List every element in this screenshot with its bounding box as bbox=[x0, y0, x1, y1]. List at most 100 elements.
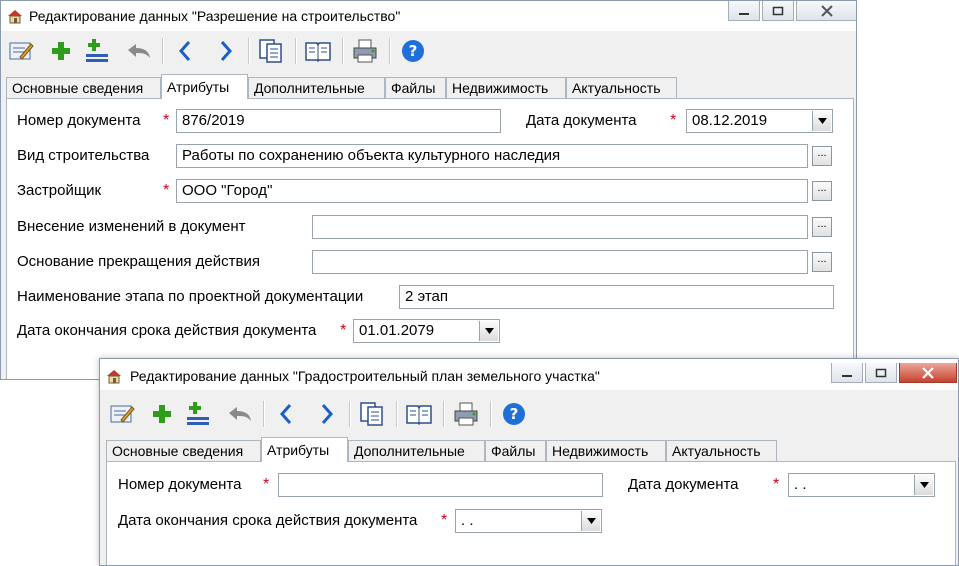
title-bar: Редактирование данных "Градостроительный… bbox=[100, 359, 958, 390]
copy-icon bbox=[259, 39, 282, 63]
previous-button[interactable] bbox=[271, 399, 301, 429]
amendments-input[interactable] bbox=[312, 215, 808, 239]
tab-real-estate[interactable]: Недвижимость bbox=[446, 77, 566, 98]
maximize-button[interactable] bbox=[865, 363, 897, 383]
book-button[interactable] bbox=[404, 399, 434, 429]
date-dropdown-button[interactable] bbox=[479, 321, 498, 341]
edit-icon bbox=[110, 405, 135, 423]
maximize-button[interactable] bbox=[762, 1, 794, 21]
next-button[interactable] bbox=[312, 399, 342, 429]
doc-date-combo[interactable]: 08.12.2019 bbox=[686, 109, 833, 133]
urban-plan-window: Редактирование данных "Градостроительный… bbox=[99, 358, 959, 566]
previous-icon bbox=[279, 404, 292, 424]
doc-date-label: Дата документа bbox=[526, 112, 637, 129]
edit-button[interactable] bbox=[107, 399, 137, 429]
developer-browse-button[interactable]: ... bbox=[812, 181, 832, 201]
tab-relevance[interactable]: Актуальность bbox=[566, 77, 677, 98]
date-dropdown-button[interactable] bbox=[581, 511, 600, 531]
add-icon bbox=[52, 42, 70, 60]
expiry-date-value: 01.01.2079 bbox=[359, 322, 435, 339]
construction-type-input[interactable]: Работы по сохранению объекта культурного… bbox=[176, 144, 808, 168]
doc-date-value: 08.12.2019 bbox=[692, 112, 768, 129]
undo-button[interactable] bbox=[225, 399, 255, 429]
chevron-down-icon bbox=[817, 118, 827, 124]
required-mark: * bbox=[163, 112, 170, 129]
print-icon bbox=[353, 39, 377, 63]
add-row-button[interactable] bbox=[183, 399, 213, 429]
copy-button[interactable] bbox=[357, 399, 387, 429]
add-row-button[interactable] bbox=[82, 36, 112, 66]
close-button[interactable] bbox=[899, 363, 957, 383]
required-mark: * bbox=[773, 476, 780, 493]
doc-date-value: . . bbox=[794, 476, 807, 493]
stage-name-label: Наименование этапа по проектной документ… bbox=[17, 288, 364, 305]
tab-additional[interactable]: Дополнительные bbox=[348, 440, 485, 461]
tab-main-info[interactable]: Основные сведения bbox=[6, 77, 161, 98]
print-icon bbox=[454, 402, 478, 426]
required-mark: * bbox=[163, 182, 170, 199]
stage-name-input[interactable]: 2 этап bbox=[399, 285, 834, 309]
date-dropdown-button[interactable] bbox=[914, 475, 933, 495]
construction-type-label: Вид строительства bbox=[17, 147, 150, 164]
doc-number-input[interactable] bbox=[278, 473, 603, 497]
svg-text:?: ? bbox=[409, 42, 418, 60]
add-button[interactable] bbox=[46, 36, 76, 66]
add-icon bbox=[153, 405, 171, 423]
book-icon bbox=[406, 405, 432, 426]
construction-type-browse-button[interactable]: ... bbox=[812, 146, 832, 166]
amendments-browse-button[interactable]: ... bbox=[812, 217, 832, 237]
undo-icon bbox=[128, 44, 150, 58]
print-button[interactable] bbox=[451, 399, 481, 429]
tab-files[interactable]: Файлы bbox=[385, 77, 446, 98]
previous-button[interactable] bbox=[170, 36, 200, 66]
date-dropdown-button[interactable] bbox=[812, 111, 831, 131]
termination-basis-label: Основание прекращения действия bbox=[17, 253, 260, 270]
undo-button[interactable] bbox=[124, 36, 154, 66]
tab-additional[interactable]: Дополнительные bbox=[248, 77, 385, 98]
tab-files[interactable]: Файлы bbox=[485, 440, 546, 461]
help-button[interactable]: ? bbox=[499, 399, 529, 429]
edit-button[interactable] bbox=[6, 36, 36, 66]
expiry-date-combo[interactable]: . . bbox=[455, 509, 602, 533]
tab-attributes[interactable]: Атрибуты bbox=[261, 437, 348, 462]
window-title: Редактирование данных "Градостроительный… bbox=[130, 368, 600, 384]
developer-input[interactable]: ООО "Город" bbox=[176, 179, 808, 203]
minimize-button[interactable] bbox=[728, 1, 760, 21]
close-button[interactable] bbox=[796, 1, 856, 21]
print-button[interactable] bbox=[350, 36, 380, 66]
add-row-icon bbox=[187, 402, 209, 425]
tab-relevance[interactable]: Актуальность bbox=[666, 440, 777, 461]
termination-basis-browse-button[interactable]: ... bbox=[812, 252, 832, 272]
close-icon bbox=[922, 366, 934, 379]
next-icon bbox=[321, 404, 334, 424]
next-button[interactable] bbox=[211, 36, 241, 66]
add-row-icon bbox=[86, 39, 108, 62]
doc-date-label: Дата документа bbox=[628, 476, 739, 493]
minimize-button[interactable] bbox=[831, 363, 863, 383]
attributes-panel: Номер документа * Дата документа * . . Д… bbox=[106, 461, 956, 565]
window-title: Редактирование данных "Разрешение на стр… bbox=[29, 8, 401, 24]
doc-date-combo[interactable]: . . bbox=[788, 473, 935, 497]
tab-real-estate[interactable]: Недвижимость bbox=[546, 440, 666, 461]
toolbar: ? bbox=[2, 32, 855, 69]
termination-basis-input[interactable] bbox=[312, 250, 808, 274]
help-button[interactable]: ? bbox=[398, 36, 428, 66]
book-icon bbox=[305, 42, 331, 63]
add-button[interactable] bbox=[147, 399, 177, 429]
title-bar: Редактирование данных "Разрешение на стр… bbox=[1, 1, 856, 31]
help-icon: ? bbox=[402, 40, 424, 62]
book-button[interactable] bbox=[303, 36, 333, 66]
chevron-down-icon bbox=[586, 518, 596, 524]
svg-text:?: ? bbox=[510, 405, 519, 423]
developer-label: Застройщик bbox=[17, 182, 102, 199]
doc-number-label: Номер документа bbox=[17, 112, 141, 129]
copy-button[interactable] bbox=[256, 36, 286, 66]
tab-attributes[interactable]: Атрибуты bbox=[161, 74, 248, 99]
edit-icon bbox=[9, 42, 34, 60]
doc-number-input[interactable]: 876/2019 bbox=[176, 109, 501, 133]
chevron-down-icon bbox=[919, 482, 929, 488]
chevron-down-icon bbox=[484, 328, 494, 334]
expiry-date-combo[interactable]: 01.01.2079 bbox=[353, 319, 500, 343]
expiry-date-value: . . bbox=[461, 512, 474, 529]
tab-main-info[interactable]: Основные сведения bbox=[106, 440, 261, 461]
